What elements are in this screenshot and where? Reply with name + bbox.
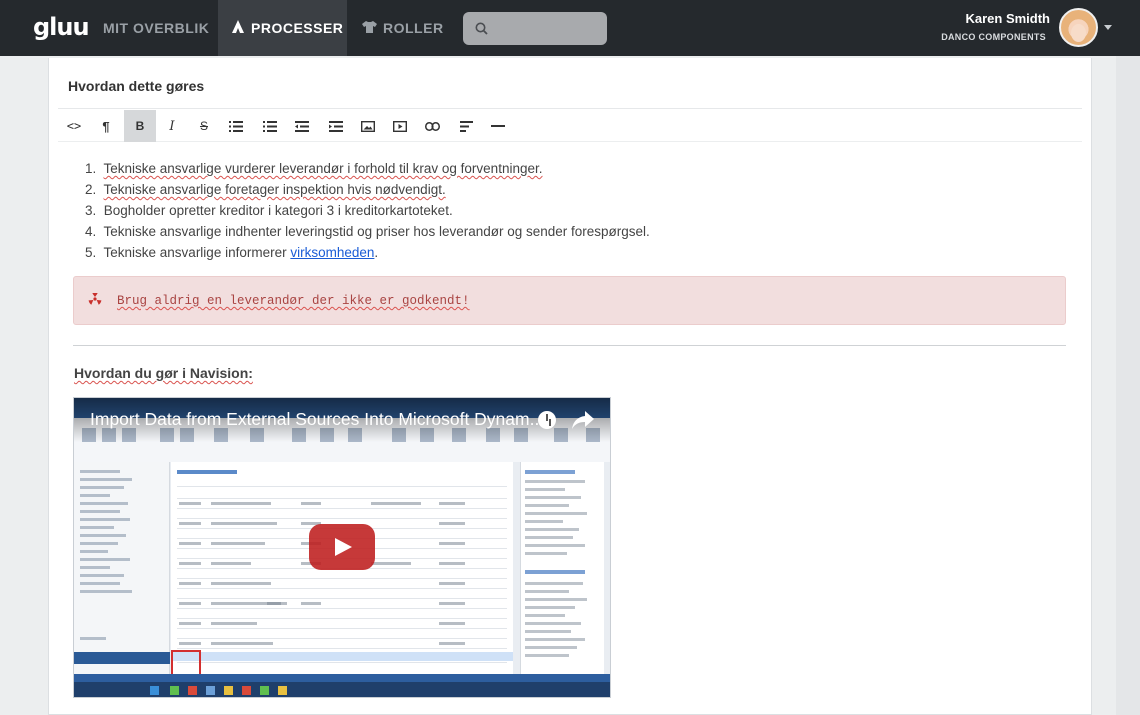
step-text: Tekniske ansvarlige foretager inspektion… <box>103 182 446 197</box>
paragraph-button[interactable]: ¶ <box>90 110 122 142</box>
italic-button[interactable]: I <box>156 110 188 142</box>
list-number: 3. <box>85 203 97 218</box>
step-text-end: . <box>374 245 379 260</box>
bold-button[interactable]: B <box>124 110 156 142</box>
outdent-icon <box>295 120 309 132</box>
editor-toolbar: <> ¶ B I S <box>58 110 1082 142</box>
search-icon <box>475 22 488 35</box>
italic-icon: I <box>169 118 175 134</box>
list-item: 3. Bogholder opretter kreditor i kategor… <box>85 200 650 221</box>
video-thumb-statusbar <box>74 674 610 682</box>
page-right-gutter <box>1116 56 1140 715</box>
link-icon <box>424 121 440 131</box>
tshirt-icon <box>362 0 377 56</box>
caret-down-icon[interactable] <box>1104 25 1112 30</box>
step-text: Tekniske ansvarlige informerer <box>103 245 291 260</box>
unordered-list-button[interactable] <box>220 110 252 142</box>
list-item: 1. Tekniske ansvarlige vurderer leverand… <box>85 158 650 179</box>
video-embed[interactable]: Import Data from External Sources Into M… <box>73 397 611 698</box>
nav-processer-label: PROCESSER <box>251 20 344 36</box>
sitemap-icon <box>231 0 245 56</box>
bold-icon: B <box>135 119 145 133</box>
list-number: 4. <box>85 224 97 239</box>
step-text: Tekniske ansvarlige vurderer leverandør … <box>103 161 543 176</box>
horizontal-rule-icon <box>491 124 505 127</box>
nav-roller[interactable]: ROLLER <box>348 0 453 56</box>
section-title: Hvordan dette gøres <box>68 78 205 94</box>
gluu-logo[interactable]: gluu <box>33 13 90 41</box>
virksomheden-link[interactable]: virksomheden <box>290 245 374 260</box>
title-divider <box>58 108 1082 109</box>
video-thumb-sidebar <box>74 462 170 689</box>
list-item: 2. Tekniske ansvarlige foretager inspekt… <box>85 179 650 200</box>
list-number: 2. <box>85 182 97 197</box>
nav-mit-overblik[interactable]: MIT OVERBLIK <box>88 0 216 56</box>
navision-heading: Hvordan du gør i Navision: <box>74 365 253 381</box>
strikethrough-icon: S <box>199 119 208 133</box>
list-item: 5. Tekniske ansvarlige informerer virkso… <box>85 242 650 263</box>
image-icon <box>361 120 375 132</box>
video-thumb-factbox <box>520 462 604 689</box>
step-text: Tekniske ansvarlige indhenter leveringst… <box>103 224 650 239</box>
horizontal-rule <box>73 345 1066 346</box>
video-button[interactable] <box>384 110 416 142</box>
html-button[interactable]: <> <box>58 110 90 142</box>
step-text: Bogholder opretter kreditor i kategori 3… <box>103 203 453 218</box>
watch-later-icon[interactable] <box>538 411 556 429</box>
warning-text: Brug aldrig en leverandør der ikke er go… <box>117 294 470 308</box>
link-button[interactable] <box>416 110 448 142</box>
user-company: DANCO COMPONENTS <box>941 32 1046 42</box>
play-button-icon[interactable] <box>309 524 375 570</box>
html-icon: <> <box>66 119 82 133</box>
video-thumb-taskbar <box>74 682 610 697</box>
horizontal-rule-button[interactable] <box>482 110 514 142</box>
video-thumb-table <box>171 462 513 689</box>
search-input[interactable] <box>463 12 607 45</box>
avatar[interactable] <box>1059 8 1098 47</box>
list-item: 4. Tekniske ansvarlige indhenter leverin… <box>85 221 650 242</box>
nav-roller-label: ROLLER <box>383 20 444 36</box>
steps-list: 1. Tekniske ansvarlige vurderer leverand… <box>85 158 650 263</box>
list-number: 1. <box>85 161 97 176</box>
share-icon[interactable] <box>572 411 594 429</box>
video-title[interactable]: Import Data from External Sources Into M… <box>90 409 544 430</box>
user-name[interactable]: Karen Smidth <box>965 11 1050 26</box>
top-navbar: gluu MIT OVERBLIK PROCESSER ROLLER Karen… <box>0 0 1140 56</box>
strikethrough-button[interactable]: S <box>188 110 220 142</box>
radiation-icon <box>88 293 102 305</box>
ordered-list-button[interactable] <box>254 110 286 142</box>
align-button[interactable] <box>450 110 482 142</box>
image-button[interactable] <box>352 110 384 142</box>
video-icon <box>393 120 407 132</box>
nav-mit-overblik-label: MIT OVERBLIK <box>103 20 210 36</box>
align-icon <box>459 120 473 132</box>
list-number: 5. <box>85 245 97 260</box>
paragraph-icon: ¶ <box>102 118 110 134</box>
warning-alert: Brug aldrig en leverandør der ikke er go… <box>73 276 1066 325</box>
outdent-button[interactable] <box>286 110 318 142</box>
indent-button[interactable] <box>320 110 352 142</box>
ordered-list-icon <box>263 120 277 132</box>
indent-icon <box>329 120 343 132</box>
nav-processer[interactable]: PROCESSER <box>218 0 347 56</box>
unordered-list-icon <box>229 120 243 132</box>
